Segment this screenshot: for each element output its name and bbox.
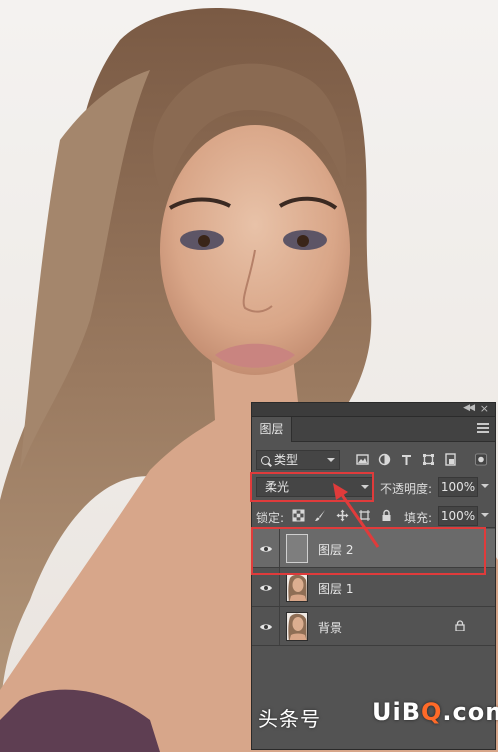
watermark-text: 头条号 bbox=[258, 707, 321, 731]
watermark-logo: UiBQ.com bbox=[372, 698, 498, 726]
annotation-arrow bbox=[333, 483, 380, 548]
